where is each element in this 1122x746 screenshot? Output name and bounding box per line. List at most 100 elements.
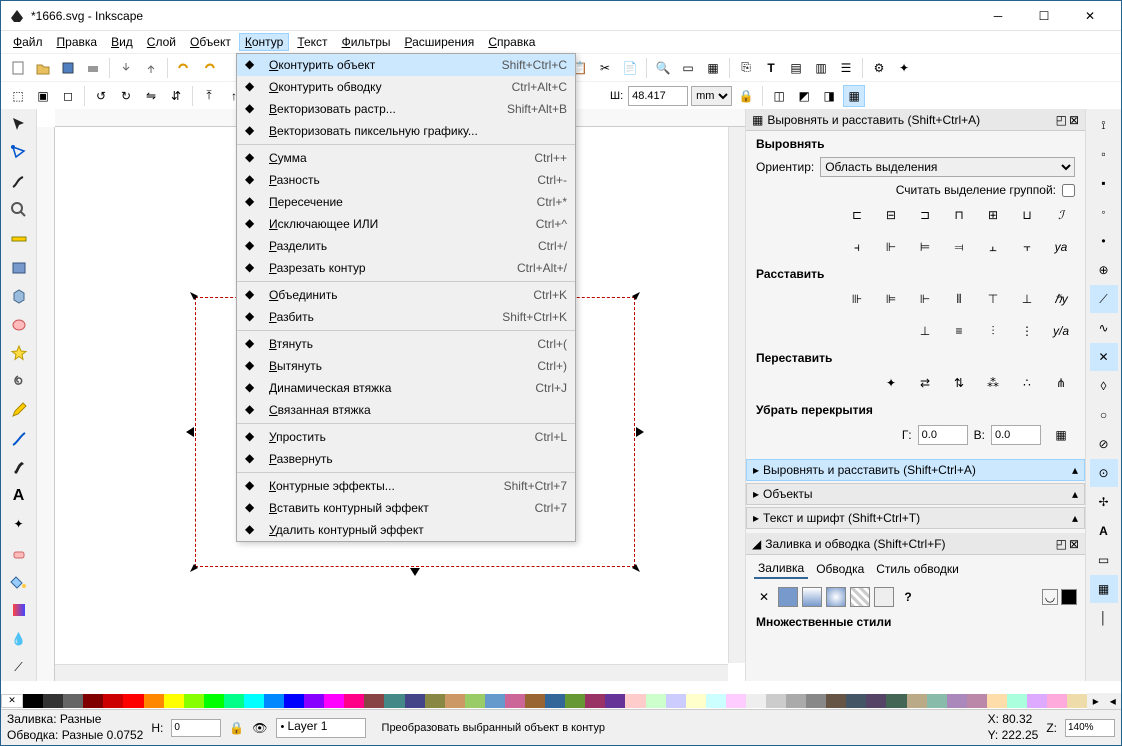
palette-color[interactable] <box>224 694 244 708</box>
resize-handle-nw[interactable] <box>190 292 202 304</box>
bucket-tool[interactable] <box>5 568 33 596</box>
align-left-in-button[interactable]: ⊩ <box>877 235 905 259</box>
selector-tool[interactable] <box>5 111 33 139</box>
star-tool[interactable] <box>5 339 33 367</box>
connector-tool[interactable]: ⟋ <box>5 653 33 681</box>
palette-color[interactable] <box>967 694 987 708</box>
palette-color[interactable] <box>304 694 324 708</box>
menu-item[interactable]: ◆Связанная втяжка <box>237 399 575 421</box>
resize-handle-e[interactable] <box>632 426 644 438</box>
flip-h-button[interactable]: ⇋ <box>140 85 162 107</box>
palette-color[interactable] <box>987 694 1007 708</box>
graph-layout-button[interactable]: ✦ <box>877 371 905 395</box>
align-right-edge-button[interactable]: ⊐ <box>911 203 939 227</box>
panel-collapser[interactable]: ▸Текст и шрифт (Shift+Ctrl+T)▴ <box>746 507 1085 529</box>
palette-color[interactable] <box>43 694 63 708</box>
spiral-tool[interactable] <box>5 368 33 396</box>
menu-вид[interactable]: Вид <box>105 33 139 51</box>
layer-visible-icon[interactable]: 👁 <box>252 721 267 735</box>
panel-collapser[interactable]: ▸Объекты▴ <box>746 483 1085 505</box>
palette-color[interactable] <box>164 694 184 708</box>
menu-item[interactable]: ◆ВытянутьCtrl+) <box>237 355 575 377</box>
menu-item[interactable]: ◆Оконтурить обводкуCtrl+Alt+C <box>237 76 575 98</box>
palette-color[interactable] <box>264 694 284 708</box>
no-fill-button[interactable]: ✕ <box>754 587 774 607</box>
box3d-tool[interactable] <box>5 282 33 310</box>
raise-top-button[interactable]: ⤒ <box>198 85 220 107</box>
align-right-in-button[interactable]: ⊨ <box>911 235 939 259</box>
zoom-tool[interactable] <box>5 197 33 225</box>
menu-item[interactable]: ◆Вставить контурный эффектCtrl+7 <box>237 497 575 519</box>
palette-color[interactable] <box>585 694 605 708</box>
orient-select[interactable]: Область выделения <box>820 157 1075 177</box>
fill-panel-close-button[interactable]: ⊠ <box>1069 537 1079 551</box>
redo-button[interactable] <box>198 57 220 79</box>
dist-gap-h-button[interactable]: ⫴ <box>945 287 973 311</box>
palette-color[interactable] <box>364 694 384 708</box>
resize-handle-ne[interactable] <box>628 292 640 304</box>
snap-bbox-button[interactable]: ▫ <box>1090 140 1118 168</box>
open-file-button[interactable] <box>32 57 54 79</box>
stroke-style-tab[interactable]: Стиль обводки <box>872 560 963 578</box>
palette-color[interactable] <box>746 694 766 708</box>
palette-color[interactable] <box>846 694 866 708</box>
resize-handle-sw[interactable] <box>190 560 202 572</box>
align-top-edge-button[interactable]: ⊓ <box>945 203 973 227</box>
scale-gradient-button[interactable]: ◨ <box>818 85 840 107</box>
canvas-scrollbar-v[interactable] <box>728 127 745 663</box>
rotate-cw-button[interactable]: ↻ <box>115 85 137 107</box>
snap-page-border-button[interactable]: ▭ <box>1090 546 1118 574</box>
snap-object-center-button[interactable]: ⊙ <box>1090 459 1118 487</box>
menu-item[interactable]: ◆Оконтурить объектShift+Ctrl+C <box>237 54 575 76</box>
align-text-button[interactable]: ℐ <box>1047 203 1075 227</box>
menu-item[interactable]: ◆СуммаCtrl++ <box>237 147 575 169</box>
lock-button[interactable]: 🔒 <box>735 85 757 107</box>
fill-rule-nonzero-button[interactable] <box>1061 589 1077 605</box>
zoom-fit-button[interactable]: 🔍 <box>652 57 674 79</box>
palette-scroll[interactable]: ▸ <box>1087 693 1104 709</box>
swatch-button[interactable] <box>874 587 894 607</box>
palette-color[interactable] <box>103 694 123 708</box>
flip-v-button[interactable]: ⇵ <box>165 85 187 107</box>
menu-текст[interactable]: Текст <box>291 33 333 51</box>
menu-item[interactable]: ◆Разрезать контурCtrl+Alt+/ <box>237 257 575 279</box>
eraser-tool[interactable] <box>5 539 33 567</box>
palette-color[interactable] <box>144 694 164 708</box>
group-checkbox[interactable] <box>1062 184 1075 197</box>
dist-text-baseline-button[interactable]: y/a <box>1047 319 1075 343</box>
palette-color[interactable] <box>83 694 103 708</box>
palette-color[interactable] <box>284 694 304 708</box>
palette-color[interactable] <box>244 694 264 708</box>
snap-bbox-corner-button[interactable]: ◦ <box>1090 198 1118 226</box>
dist-left-button[interactable]: ⊪ <box>843 287 871 311</box>
align-bottom-edge-button[interactable]: ⊔ <box>1013 203 1041 227</box>
menu-item[interactable]: ◆УпроститьCtrl+L <box>237 426 575 448</box>
cut-button[interactable]: ✂ <box>594 57 616 79</box>
panel-collapser[interactable]: ▸Выровнять и расставить (Shift+Ctrl+A)▴ <box>746 459 1085 481</box>
fill-panel-detach-button[interactable]: ◰ <box>1056 537 1067 551</box>
menu-item[interactable]: ◆Динамическая втяжкаCtrl+J <box>237 377 575 399</box>
print-button[interactable] <box>82 57 104 79</box>
maximize-button[interactable]: ☐ <box>1021 1 1067 31</box>
opacity-input[interactable] <box>171 719 221 737</box>
dist-bottom-button[interactable]: ⊥ <box>911 319 939 343</box>
menu-item[interactable]: ◆ВтянутьCtrl+( <box>237 333 575 355</box>
layer-selector[interactable]: • Layer 1 <box>276 718 366 738</box>
palette-color[interactable] <box>1007 694 1027 708</box>
radial-grad-button[interactable] <box>826 587 846 607</box>
connector-layout-button[interactable]: ⋔ <box>1047 371 1075 395</box>
resize-handle-s[interactable] <box>409 564 421 576</box>
palette-color[interactable] <box>465 694 485 708</box>
palette-color[interactable] <box>947 694 967 708</box>
palette-color[interactable] <box>706 694 726 708</box>
menu-справка[interactable]: Справка <box>482 33 541 51</box>
palette-color[interactable] <box>123 694 143 708</box>
menu-объект[interactable]: Объект <box>184 33 237 51</box>
layers-button[interactable]: ☰ <box>835 57 857 79</box>
doc-prefs-button[interactable]: ✦ <box>893 57 915 79</box>
canvas-scrollbar-h[interactable] <box>55 664 728 681</box>
exchange-pos-button[interactable]: ⇄ <box>911 371 939 395</box>
menu-item[interactable]: ◆Удалить контурный эффект <box>237 519 575 541</box>
snap-smooth-button[interactable]: ○ <box>1090 401 1118 429</box>
deselect-button[interactable]: ◻ <box>57 85 79 107</box>
